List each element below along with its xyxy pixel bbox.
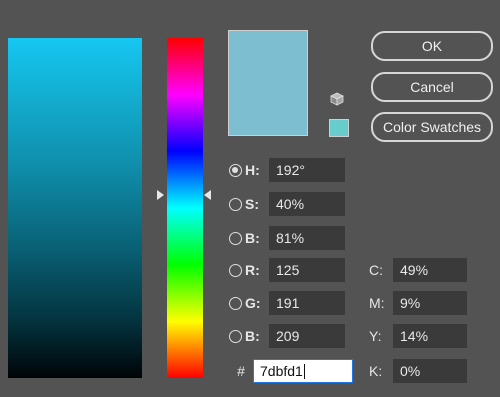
hue-slider-left-handle[interactable] xyxy=(157,190,164,200)
magenta-label: M: xyxy=(369,295,385,311)
saturation-radio[interactable] xyxy=(229,197,242,211)
black-row: K: 0% xyxy=(369,359,467,383)
hue-label: H: xyxy=(245,162,260,178)
ok-button[interactable]: OK xyxy=(371,31,493,61)
black-label: K: xyxy=(369,363,383,379)
brightness-label: B: xyxy=(245,230,260,246)
cube-icon[interactable] xyxy=(330,92,344,106)
hue-row: H: 192° xyxy=(229,158,345,182)
red-input[interactable]: 125 xyxy=(269,258,345,282)
text-cursor xyxy=(303,363,305,379)
hex-value: 7dbfd1 xyxy=(260,363,303,379)
blue-row: B: 209 xyxy=(229,324,345,348)
red-radio[interactable] xyxy=(229,263,242,277)
blue-label: B: xyxy=(245,328,260,344)
green-value: 191 xyxy=(276,295,300,311)
saturation-value: 40% xyxy=(276,196,305,212)
magenta-row: M: 9% xyxy=(369,291,467,315)
red-label: R: xyxy=(245,262,260,278)
cyan-input[interactable]: 49% xyxy=(393,258,467,282)
green-input[interactable]: 191 xyxy=(269,291,345,315)
yellow-label: Y: xyxy=(369,328,382,344)
color-picker-dialog: OK Cancel Color Swatches H: 192° S: 40% … xyxy=(0,0,500,397)
green-label: G: xyxy=(245,295,261,311)
saturation-row: S: 40% xyxy=(229,192,345,216)
brightness-value: 81% xyxy=(276,230,305,246)
yellow-value: 14% xyxy=(400,328,429,344)
black-value: 0% xyxy=(400,363,421,379)
cyan-row: C: 49% xyxy=(369,258,467,282)
green-radio[interactable] xyxy=(229,296,242,310)
brightness-radio[interactable] xyxy=(229,231,242,245)
red-row: R: 125 xyxy=(229,258,345,282)
hex-label: # xyxy=(237,363,245,379)
cancel-button[interactable]: Cancel xyxy=(371,72,493,102)
new-color-preview xyxy=(228,30,308,136)
color-field[interactable] xyxy=(8,38,142,378)
hex-input[interactable]: 7dbfd1 xyxy=(253,359,353,383)
green-row: G: 191 xyxy=(229,291,345,315)
red-value: 125 xyxy=(276,262,300,278)
saturation-input[interactable]: 40% xyxy=(269,192,345,216)
yellow-row: Y: 14% xyxy=(369,324,467,348)
blue-value: 209 xyxy=(276,328,300,344)
blue-radio[interactable] xyxy=(229,329,242,343)
hue-slider[interactable] xyxy=(167,38,203,378)
black-input[interactable]: 0% xyxy=(393,359,467,383)
saturation-label: S: xyxy=(245,196,259,212)
magenta-input[interactable]: 9% xyxy=(393,291,467,315)
web-safe-color-swatch[interactable] xyxy=(329,119,349,137)
magenta-value: 9% xyxy=(400,295,421,311)
cyan-label: C: xyxy=(369,262,383,278)
hue-value: 192° xyxy=(276,162,305,178)
hue-slider-right-handle[interactable] xyxy=(204,190,211,200)
brightness-row: B: 81% xyxy=(229,226,345,250)
color-swatches-button[interactable]: Color Swatches xyxy=(371,112,493,142)
hue-radio[interactable] xyxy=(229,163,242,177)
hex-row: # 7dbfd1 xyxy=(229,359,353,383)
cyan-value: 49% xyxy=(400,262,429,278)
blue-input[interactable]: 209 xyxy=(269,324,345,348)
brightness-input[interactable]: 81% xyxy=(269,226,345,250)
hue-input[interactable]: 192° xyxy=(269,158,345,182)
yellow-input[interactable]: 14% xyxy=(393,324,467,348)
